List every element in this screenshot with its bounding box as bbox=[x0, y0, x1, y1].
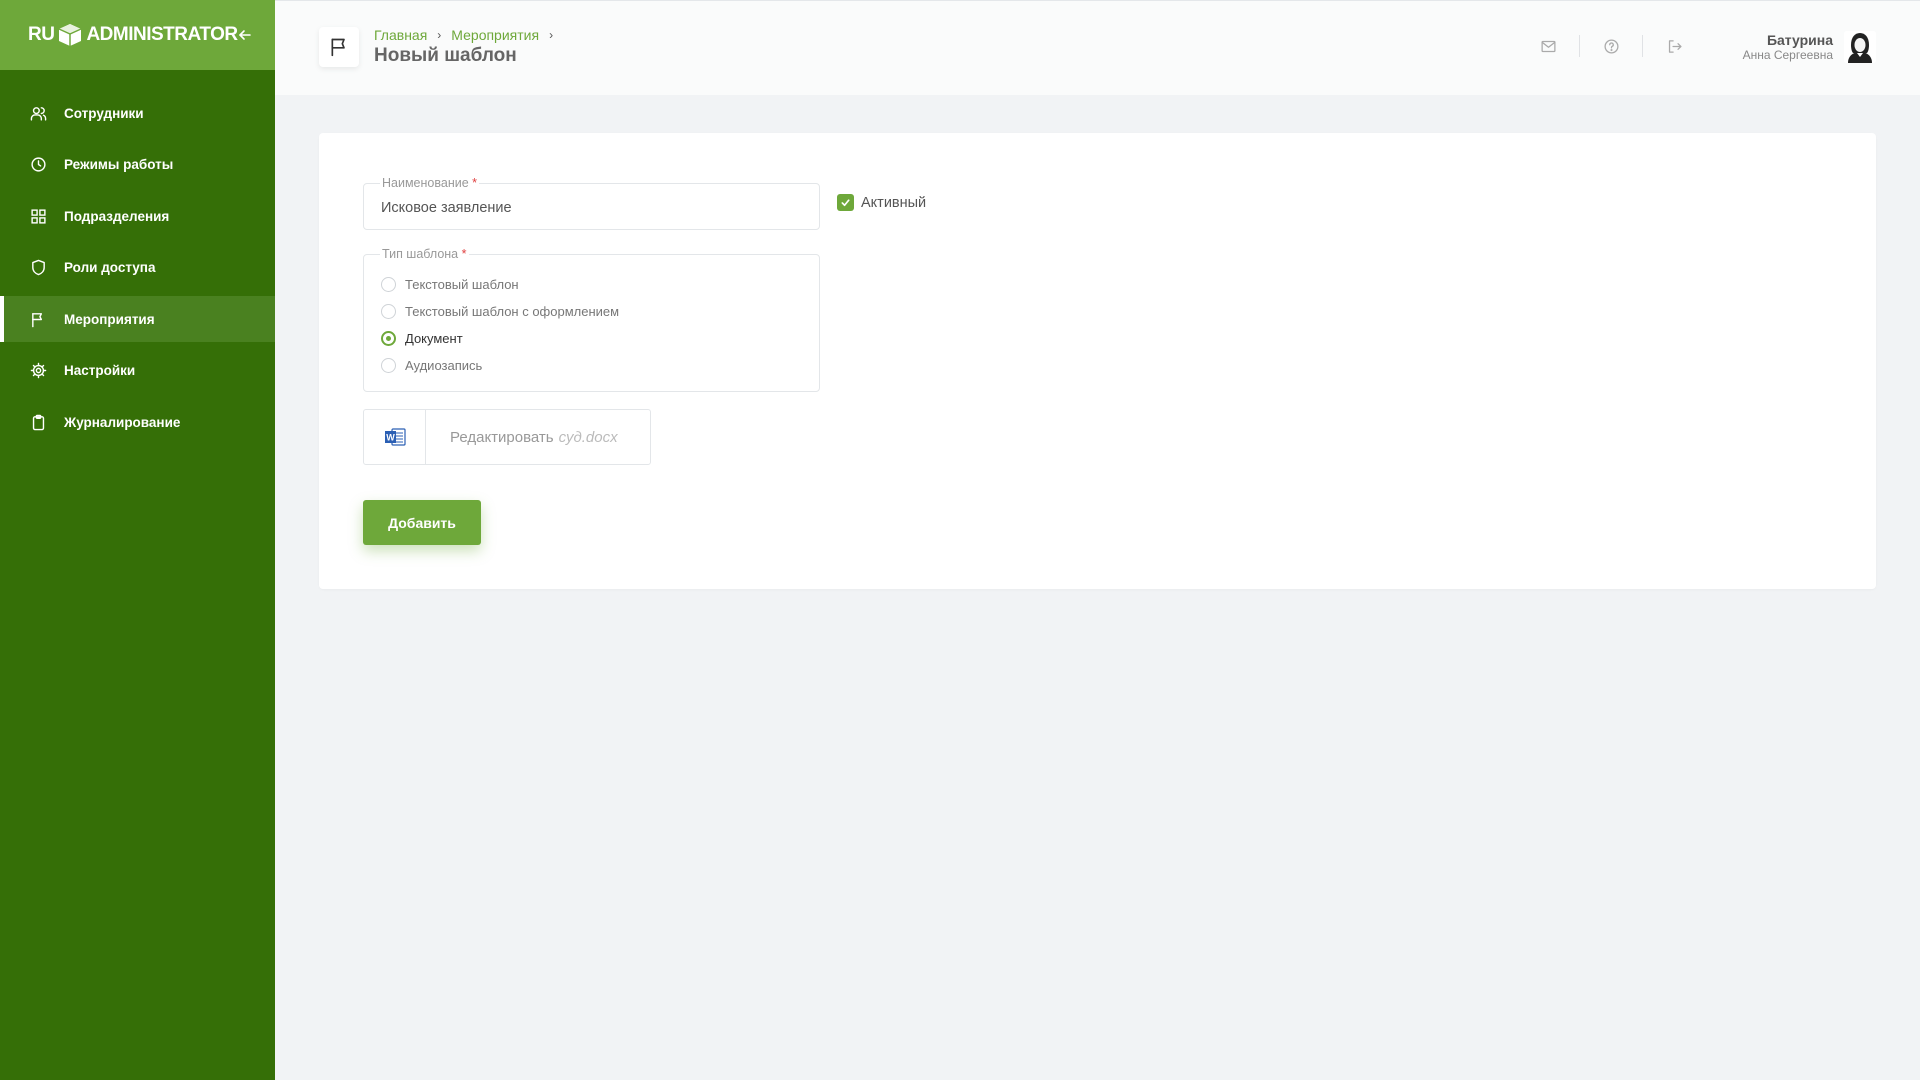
flag-icon bbox=[29, 310, 47, 328]
sidebar-item-work-modes[interactable]: Режимы работы bbox=[0, 142, 275, 188]
radio-icon bbox=[381, 358, 396, 373]
sidebar-item-label: Журналирование bbox=[64, 415, 181, 431]
sidebar-item-employees[interactable]: Сотрудники bbox=[0, 90, 275, 136]
active-checkbox[interactable]: Активный bbox=[837, 194, 926, 211]
sidebar-item-label: Роли доступа bbox=[64, 260, 156, 276]
file-name: суд.docx bbox=[558, 428, 618, 446]
avatar bbox=[1844, 31, 1876, 63]
breadcrumb: Главная › Мероприятия › bbox=[374, 27, 563, 43]
user-subtitle: Анна Сергеевна bbox=[1742, 48, 1833, 62]
edit-file-button[interactable]: W Редактировать суд.docx bbox=[363, 409, 651, 465]
shield-icon bbox=[29, 259, 47, 277]
radio-text-template-formatted[interactable]: Текстовый шаблон с оформлением bbox=[381, 304, 619, 319]
sidebar-item-label: Настройки bbox=[64, 363, 136, 379]
flag-icon bbox=[331, 38, 345, 57]
arrow-left-icon bbox=[238, 30, 251, 40]
sidebar-item-access-roles[interactable]: Роли доступа bbox=[0, 245, 275, 291]
clipboard-icon bbox=[29, 414, 47, 432]
logout-button[interactable] bbox=[1664, 36, 1684, 56]
sidebar-item-events[interactable]: Мероприятия bbox=[0, 296, 275, 343]
name-field-label: Наименование * bbox=[380, 176, 480, 190]
user-menu[interactable]: Батурина Анна Сергеевна bbox=[1743, 31, 1876, 63]
user-info: Батурина Анна Сергеевна bbox=[1743, 32, 1833, 62]
sidebar-nav: Сотрудники Режимы работы Подразделения Р… bbox=[0, 70, 275, 446]
grid-icon bbox=[29, 207, 47, 225]
clock-icon bbox=[29, 156, 47, 174]
gear-icon bbox=[29, 362, 47, 380]
radio-label: Документ bbox=[405, 331, 463, 346]
sidebar-header: RU ADMINISTRATOR bbox=[0, 0, 275, 70]
user-avatar-icon bbox=[1844, 31, 1876, 63]
template-type-group: Тип шаблона * Текстовый шаблон Текстовый… bbox=[363, 247, 820, 392]
sidebar-item-label: Режимы работы bbox=[64, 157, 174, 173]
breadcrumb-events[interactable]: Мероприятия bbox=[451, 27, 539, 43]
sidebar-item-logging[interactable]: Журналирование bbox=[0, 400, 275, 446]
header-divider bbox=[1642, 35, 1643, 57]
radio-label: Текстовый шаблон с оформлением bbox=[405, 304, 620, 319]
edit-action-text: Редактировать bbox=[450, 428, 554, 446]
help-button[interactable] bbox=[1601, 36, 1621, 56]
help-icon bbox=[1603, 38, 1619, 54]
radio-document[interactable]: Документ bbox=[381, 331, 463, 346]
sidebar: RU ADMINISTRATOR Сотрудники Режимы работ… bbox=[0, 0, 275, 1080]
logout-icon bbox=[1668, 39, 1682, 53]
header-divider bbox=[1579, 35, 1580, 57]
radio-icon bbox=[381, 277, 396, 292]
logo-text-right: ADMINISTRATOR bbox=[86, 24, 238, 45]
radio-text-template[interactable]: Текстовый шаблон bbox=[381, 277, 519, 292]
top-header: Главная › Мероприятия › Новый шаблон Бат… bbox=[275, 0, 1920, 95]
sidebar-item-label: Сотрудники bbox=[64, 105, 144, 121]
radio-selected-icon bbox=[381, 331, 396, 346]
sidebar-item-departments[interactable]: Подразделения bbox=[0, 193, 275, 239]
page-title: Новый шаблон bbox=[374, 45, 517, 66]
cube-logo-icon bbox=[59, 24, 82, 46]
header-actions bbox=[1538, 35, 1684, 57]
radio-audio[interactable]: Аудиозапись bbox=[381, 358, 482, 373]
name-field[interactable]: Наименование * Исковое заявление bbox=[363, 176, 820, 230]
logo-text-left: RU bbox=[28, 24, 55, 45]
chevron-right-icon: › bbox=[549, 28, 554, 42]
template-type-label: Тип шаблона * bbox=[380, 247, 469, 261]
users-icon bbox=[29, 104, 47, 122]
radio-label: Аудиозапись bbox=[405, 358, 483, 373]
word-file-icon: W bbox=[364, 410, 426, 464]
sidebar-item-settings[interactable]: Настройки bbox=[0, 348, 275, 394]
add-button[interactable]: Добавить bbox=[363, 500, 481, 545]
active-checkbox-label: Активный bbox=[861, 194, 927, 211]
user-name: Батурина bbox=[1766, 32, 1833, 48]
collapse-sidebar-button[interactable] bbox=[238, 23, 252, 47]
sidebar-item-label: Мероприятия bbox=[64, 311, 155, 327]
sidebar-item-label: Подразделения bbox=[64, 208, 170, 224]
mail-icon bbox=[1540, 40, 1556, 52]
app-logo[interactable]: RU ADMINISTRATOR bbox=[28, 22, 238, 48]
breadcrumb-home[interactable]: Главная bbox=[374, 27, 427, 43]
radio-label: Текстовый шаблон bbox=[405, 277, 519, 292]
edit-file-label: Редактировать суд.docx bbox=[426, 429, 618, 446]
page-icon-box bbox=[319, 27, 359, 67]
form-card: Наименование * Исковое заявление Активны… bbox=[319, 133, 1876, 589]
radio-icon bbox=[381, 304, 396, 319]
svg-text:W: W bbox=[386, 433, 395, 443]
checkbox-checked-icon bbox=[837, 194, 854, 211]
name-field-value: Исковое заявление bbox=[381, 200, 512, 216]
mail-button[interactable] bbox=[1538, 36, 1558, 56]
chevron-right-icon: › bbox=[437, 28, 442, 42]
